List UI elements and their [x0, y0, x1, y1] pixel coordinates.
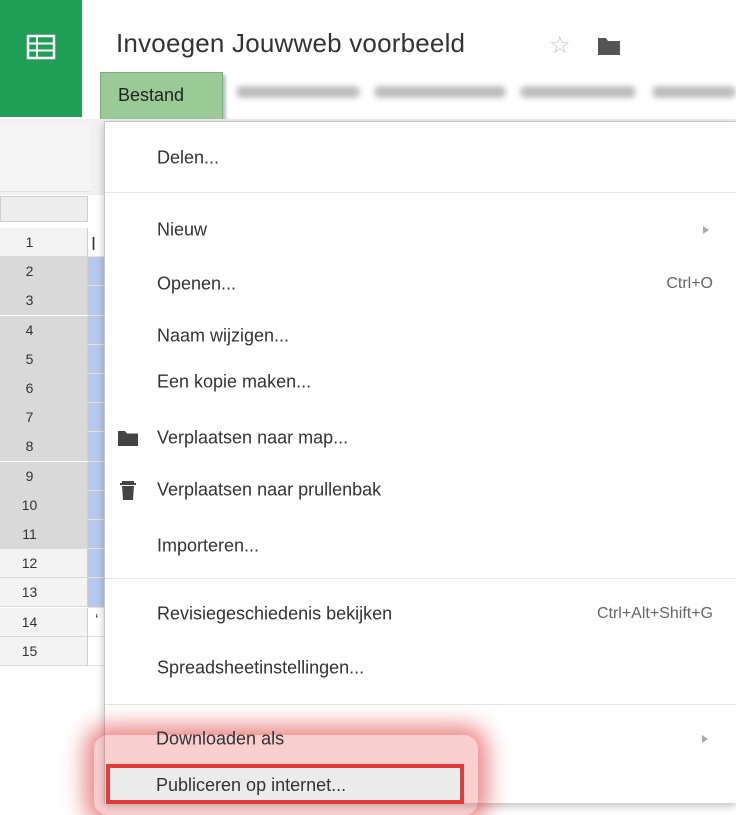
menubar: Bestand	[100, 70, 736, 120]
star-icon[interactable]: ☆	[549, 31, 571, 60]
row-number: 14	[21, 613, 38, 630]
row-header[interactable]: 11	[0, 520, 88, 549]
row-header[interactable]: 4	[0, 315, 88, 345]
sheets-app-logo[interactable]	[0, 0, 82, 117]
menu-item-label: Nieuw	[157, 219, 208, 240]
menu-blurred-item[interactable]	[652, 86, 736, 98]
row-number: 1	[25, 234, 34, 250]
menu-blurred-item[interactable]	[520, 86, 636, 98]
toolbar-button[interactable]	[0, 125, 90, 192]
menu-item-label: Publiceren op internet...	[156, 775, 347, 795]
row-header[interactable]: 5	[0, 344, 88, 374]
row-header[interactable]: 3	[0, 286, 88, 316]
document-title[interactable]: Invoegen Jouwweb voorbeeld	[116, 28, 465, 59]
menu-separator	[105, 192, 736, 193]
menu-shortcut: Ctrl+Alt+Shift+G	[596, 605, 713, 622]
menu-item-label: Openen...	[157, 273, 237, 294]
menu-item-verplaatsen-prullenbak[interactable]: Verplaatsen naar prullenbak	[105, 464, 736, 516]
menu-shortcut: Ctrl+O	[666, 275, 713, 292]
row-number: 7	[25, 409, 34, 426]
folder-icon[interactable]	[597, 36, 621, 56]
select-all-corner[interactable]	[0, 196, 88, 222]
row-number: 8	[25, 438, 34, 455]
row-header[interactable]: 1	[0, 228, 88, 257]
row-number: 3	[25, 292, 34, 309]
menu-item-naam-wijzigen[interactable]: Naam wijzigen...	[105, 310, 736, 362]
menu-item-kopie-maken[interactable]: Een kopie maken...	[105, 356, 736, 408]
submenu-arrow-icon	[703, 226, 709, 234]
menu-item-label: Importeren...	[157, 535, 260, 556]
menu-bestand-label: Bestand	[118, 85, 185, 105]
menu-item-label: Delen...	[157, 147, 220, 168]
row-number: 11	[22, 526, 37, 542]
cell-a1-fragment: I	[91, 234, 97, 254]
row-number: 9	[25, 467, 34, 484]
row-header[interactable]: 8	[0, 432, 88, 462]
menu-item-label: Naam wijzigen...	[157, 325, 290, 346]
menu-item-label: Revisiegeschiedenis bekijken	[157, 603, 393, 624]
row-header[interactable]: 7	[0, 403, 88, 433]
folder-icon	[118, 431, 138, 446]
row-header[interactable]: 14	[0, 607, 88, 637]
row-number: 12	[21, 555, 38, 572]
menu-item-delen[interactable]: Delen...	[105, 132, 736, 184]
menu-item-openen[interactable]: Openen... Ctrl+O	[105, 258, 736, 310]
menu-blurred-item[interactable]	[236, 86, 360, 98]
row-header[interactable]: 12	[0, 549, 88, 579]
row-header[interactable]: 9	[0, 461, 88, 491]
row-number: 15	[21, 642, 38, 659]
row-header[interactable]: 15	[0, 636, 88, 666]
row-number: 5	[25, 350, 34, 367]
row-number: 2	[25, 263, 34, 280]
menu-item-nieuw[interactable]: Nieuw	[105, 204, 736, 256]
menu-item-label: Verplaatsen naar prullenbak	[157, 479, 382, 500]
row-number: 10	[21, 496, 38, 513]
menu-separator	[105, 704, 736, 705]
sheets-grid-icon	[26, 34, 56, 60]
file-menu-dropdown: Delen... Nieuw Openen... Ctrl+O Naam wij…	[104, 121, 736, 803]
menu-bestand[interactable]: Bestand	[100, 72, 223, 120]
row-header[interactable]: 13	[0, 578, 88, 608]
cell-a11-fragment: ‘	[95, 612, 99, 629]
menu-item-label: Een kopie maken...	[157, 371, 312, 392]
menu-item-label: Spreadsheetinstellingen...	[157, 657, 365, 678]
row-number: 13	[21, 584, 38, 601]
menu-item-verplaatsen-map[interactable]: Verplaatsen naar map...	[105, 412, 736, 464]
menu-item-spreadsheetinstellingen[interactable]: Spreadsheetinstellingen...	[105, 642, 736, 694]
menu-item-label: Verplaatsen naar map...	[157, 427, 349, 448]
row-header[interactable]: 2	[0, 257, 88, 287]
trash-icon	[120, 481, 136, 500]
menu-separator	[105, 578, 736, 579]
row-header[interactable]: 10	[0, 490, 88, 520]
menu-item-importeren[interactable]: Importeren...	[105, 520, 736, 572]
row-number: 6	[25, 380, 34, 396]
row-number: 4	[25, 321, 34, 338]
menu-item-revisiegeschiedenis[interactable]: Revisiegeschiedenis bekijken Ctrl+Alt+Sh…	[105, 588, 736, 640]
row-header[interactable]: 6	[0, 374, 88, 403]
menu-blurred-item[interactable]	[374, 86, 506, 98]
menu-item-publiceren-op-internet[interactable]: Publiceren op internet...	[106, 764, 464, 804]
